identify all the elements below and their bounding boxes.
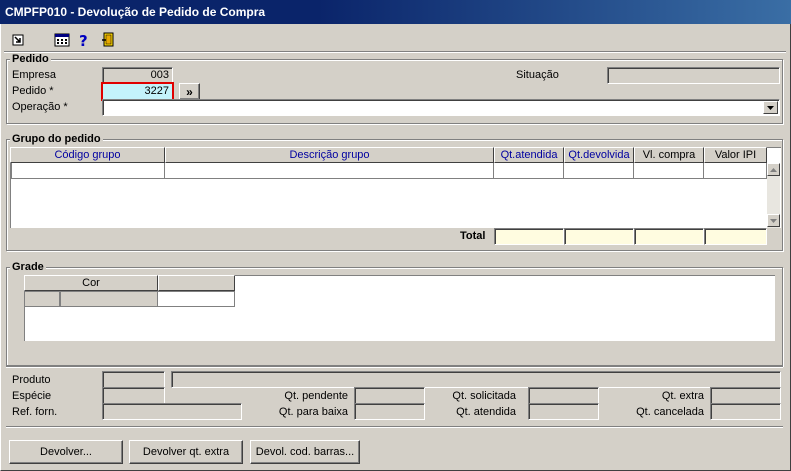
calculator-icon[interactable] <box>52 30 72 50</box>
qt-atendida-field <box>528 403 599 420</box>
exit-door-icon[interactable] <box>98 30 118 50</box>
operacao-label: Operação * <box>12 101 68 113</box>
total-label: Total <box>460 230 486 242</box>
col-valor-ipi[interactable]: Valor IPI <box>704 147 767 163</box>
col-grade-empty[interactable] <box>158 275 235 291</box>
situacao-field <box>607 67 780 84</box>
total-qt-atendida <box>494 228 564 245</box>
total-vl-compra <box>634 228 704 245</box>
window-title: CMPFP010 - Devolução de Pedido de Compra <box>5 5 266 19</box>
qt-solicitada-field <box>528 387 599 404</box>
arrow-up-icon <box>770 167 777 172</box>
chevron-down-icon <box>767 105 774 110</box>
arrow-down-icon <box>770 218 777 223</box>
svg-text:?: ? <box>79 32 88 48</box>
bottom-separator <box>6 426 783 428</box>
grid-cell[interactable] <box>704 163 767 179</box>
qt-para-baixa-field <box>354 403 425 420</box>
grid-cell[interactable] <box>564 163 634 179</box>
grid-cell[interactable] <box>494 163 564 179</box>
export-icon[interactable] <box>8 30 28 50</box>
pedido-number-input[interactable]: 3227 <box>101 82 174 101</box>
scroll-up-button[interactable] <box>767 163 780 176</box>
grid-cell[interactable] <box>634 163 704 179</box>
devol-cod-barras-button[interactable]: Devol. cod. barras... <box>250 440 360 464</box>
empresa-label: Empresa <box>12 69 57 81</box>
scroll-down-button[interactable] <box>767 214 780 227</box>
operacao-select[interactable] <box>102 99 780 116</box>
qt-cancelada-label: Qt. cancelada <box>636 406 704 418</box>
grid-cell[interactable] <box>11 163 165 179</box>
grade-cell[interactable] <box>60 291 158 307</box>
qt-atendida-label: Qt. atendida <box>456 406 516 418</box>
especie-field <box>102 387 165 404</box>
qt-pendente-label: Qt. pendente <box>284 390 348 402</box>
col-vl-compra[interactable]: Vl. compra <box>634 147 704 163</box>
toolbar: ? <box>4 27 786 53</box>
col-descricao-grupo[interactable]: Descrição grupo <box>165 147 494 163</box>
qt-para-baixa-label: Qt. para baixa <box>278 406 348 418</box>
empresa-field[interactable]: 003 <box>102 67 173 84</box>
grid-cell[interactable] <box>165 163 494 179</box>
devolver-qt-extra-button[interactable]: Devolver qt. extra <box>129 440 243 464</box>
help-icon[interactable]: ? <box>74 30 94 50</box>
produto-label: Produto <box>12 374 51 386</box>
especie-label: Espécie <box>12 390 52 402</box>
window-title-bar[interactable]: CMPFP010 - Devolução de Pedido de Compra <box>0 0 791 24</box>
col-qt-devolvida[interactable]: Qt.devolvida <box>564 147 634 163</box>
grupo-vertical-scrollbar[interactable] <box>767 163 780 228</box>
operacao-dropdown-button[interactable] <box>763 101 778 114</box>
col-cor[interactable]: Cor <box>24 275 158 291</box>
produto-code-field <box>102 371 165 388</box>
col-qt-atendida[interactable]: Qt.atendida <box>494 147 564 163</box>
grade-group-title: Grade <box>10 261 46 273</box>
info-separator <box>6 366 783 368</box>
qt-solicitada-label: Qt. solicitada <box>452 390 516 402</box>
produto-description-field <box>171 371 781 388</box>
total-valor-ipi <box>704 228 767 245</box>
situacao-label: Situação <box>516 69 559 81</box>
ref-forn-label: Ref. forn. <box>12 406 58 418</box>
qt-extra-label: Qt. extra <box>661 390 704 402</box>
pedido-search-button[interactable]: » <box>179 83 200 100</box>
col-codigo-grupo[interactable]: Código grupo <box>10 147 165 163</box>
total-qt-devolvida <box>564 228 634 245</box>
devolver-button[interactable]: Devolver... <box>9 440 123 464</box>
qt-pendente-field <box>354 387 425 404</box>
grupo-pedido-title: Grupo do pedido <box>10 133 103 145</box>
pedido-group-title: Pedido <box>10 53 51 65</box>
ref-forn-field <box>102 403 242 420</box>
grade-row-indicator <box>24 291 60 307</box>
qt-extra-field <box>710 387 781 404</box>
grade-cell[interactable] <box>158 291 235 307</box>
qt-cancelada-field <box>710 403 781 420</box>
pedido-label: Pedido * <box>12 85 54 97</box>
toolbar-separator <box>4 51 786 53</box>
